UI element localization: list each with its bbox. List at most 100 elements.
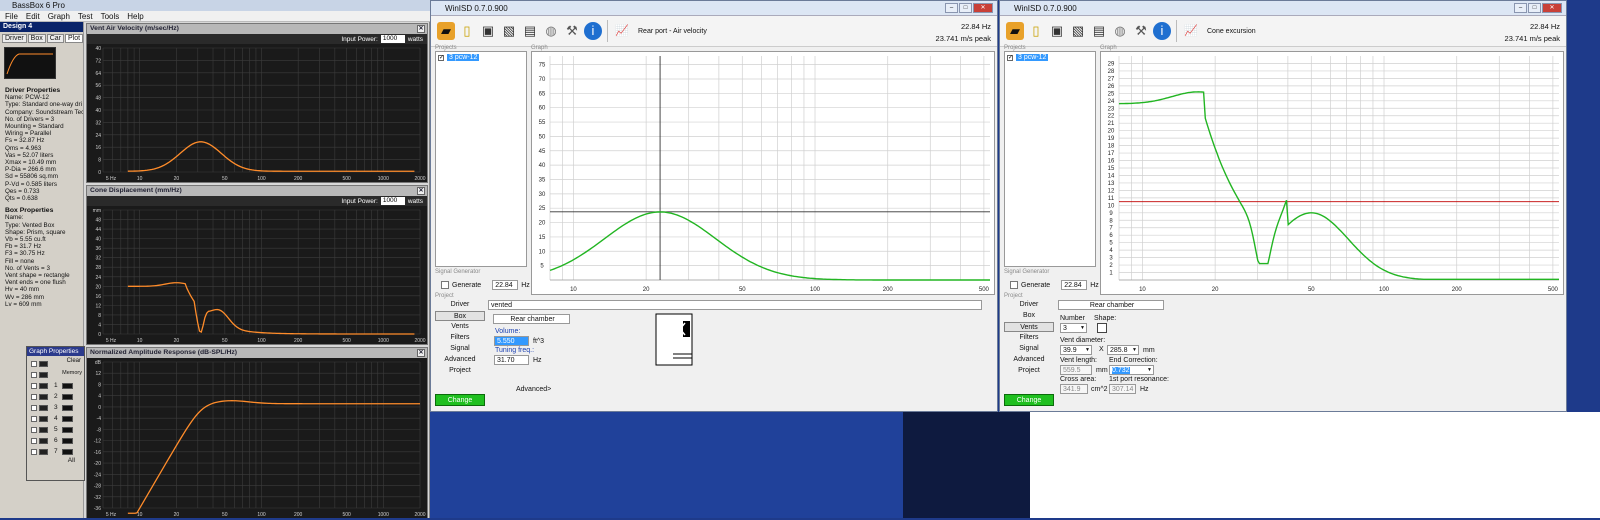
checkbox-checked-icon[interactable]: ✓ [1007, 54, 1013, 61]
tools-icon[interactable]: ⚒ [1132, 22, 1150, 40]
color-swatch[interactable] [39, 448, 48, 455]
color-swatch[interactable] [39, 360, 48, 367]
close-icon[interactable]: ✕ [973, 3, 993, 13]
number-select[interactable]: 3 ▼ [1060, 323, 1087, 333]
checkbox[interactable] [31, 437, 37, 444]
generate-checkbox[interactable] [441, 281, 449, 289]
nav-advanced[interactable]: Advanced [435, 355, 485, 365]
color-swatch[interactable] [39, 404, 48, 411]
checkbox-checked-icon[interactable]: ✓ [438, 54, 444, 61]
rear-chamber-tab[interactable]: Rear chamber [1058, 300, 1164, 310]
graph-type-icon[interactable]: 📈 [613, 22, 631, 40]
close-icon[interactable]: ✕ [417, 349, 425, 357]
menu-tools[interactable]: Tools [101, 11, 120, 21]
input-power-field[interactable]: 1000 [380, 197, 405, 205]
memory-slot-swatch[interactable] [61, 448, 73, 455]
nav-project[interactable]: Project [435, 366, 485, 376]
memory-all[interactable]: All [68, 457, 75, 464]
port-resonance-input[interactable]: 307.14 [1109, 384, 1136, 394]
maximize-icon[interactable]: □ [959, 3, 972, 13]
vent-diameter-b-select[interactable]: 285.8 ▼ [1107, 345, 1139, 355]
input-power-field[interactable]: 1000 [380, 35, 405, 43]
new-project-icon[interactable]: ▯ [458, 22, 476, 40]
driver-icon[interactable]: ◍ [542, 22, 560, 40]
info-icon[interactable]: i [1153, 22, 1171, 40]
vent-length-input[interactable]: 559.5 [1060, 365, 1092, 375]
tab-car[interactable]: Car [46, 34, 65, 43]
menu-edit[interactable]: Edit [26, 11, 40, 21]
generate-frequency-input[interactable]: 22.84 [1061, 280, 1088, 290]
nav-filters[interactable]: Filters [1004, 333, 1054, 343]
menu-file[interactable]: File [5, 11, 18, 21]
nav-vents[interactable]: Vents [1004, 322, 1054, 332]
color-swatch[interactable] [39, 426, 48, 433]
generate-checkbox[interactable] [1010, 281, 1018, 289]
folder-open-icon[interactable]: ▰ [1006, 22, 1024, 40]
memory-slot-swatch[interactable] [61, 437, 73, 444]
shape-square-icon[interactable] [1097, 323, 1107, 333]
memory-slot-swatch[interactable] [61, 404, 73, 411]
clear-button[interactable]: Clear [67, 358, 81, 364]
cross-area-input[interactable]: 341.9 [1060, 384, 1088, 394]
close-icon[interactable]: ✕ [1542, 3, 1562, 13]
graph-mode-label[interactable]: Rear port - Air velocity [638, 28, 707, 35]
memory-slot-swatch[interactable] [61, 393, 73, 400]
nav-vents[interactable]: Vents [435, 322, 485, 332]
menu-graph[interactable]: Graph [48, 11, 70, 21]
driver-icon[interactable]: ◍ [1111, 22, 1129, 40]
nav-advanced[interactable]: Advanced [1004, 355, 1054, 365]
menu-test[interactable]: Test [78, 11, 93, 21]
memory-slot-swatch[interactable] [61, 426, 73, 433]
maximize-icon[interactable]: □ [1528, 3, 1541, 13]
nav-signal[interactable]: Signal [435, 344, 485, 354]
nav-filters[interactable]: Filters [435, 333, 485, 343]
checkbox[interactable] [31, 404, 37, 411]
tab-plot[interactable]: Plot [65, 34, 84, 43]
checkbox[interactable] [31, 415, 37, 422]
menu-help[interactable]: Help [127, 11, 143, 21]
memory-slot-swatch[interactable] [61, 415, 73, 422]
graph-type-icon[interactable]: 📈 [1182, 22, 1200, 40]
close-icon[interactable]: ✕ [417, 25, 425, 33]
color-swatch[interactable] [39, 437, 48, 444]
vent-diameter-a-select[interactable]: 39.9 ▼ [1060, 345, 1092, 355]
color-swatch[interactable] [39, 415, 48, 422]
folder-open-icon[interactable]: ▰ [437, 22, 455, 40]
save-icon[interactable]: ▣ [1048, 22, 1066, 40]
change-button[interactable]: Change [435, 394, 485, 406]
rear-chamber-tab[interactable]: Rear chamber [493, 314, 570, 324]
new-project-icon[interactable]: ▯ [1027, 22, 1045, 40]
generate-frequency-input[interactable]: 22.84 [492, 280, 519, 290]
nav-box[interactable]: Box [435, 311, 485, 321]
close-icon[interactable]: ✕ [417, 187, 425, 195]
save-as-icon[interactable]: ▧ [1069, 22, 1087, 40]
tools-icon[interactable]: ⚒ [563, 22, 581, 40]
tab-driver[interactable]: Driver [2, 34, 27, 43]
memory-slot-swatch[interactable] [61, 382, 73, 389]
save-icon[interactable]: ▣ [479, 22, 497, 40]
minimize-icon[interactable]: – [945, 3, 958, 13]
graph-mode-label[interactable]: Cone excursion [1207, 28, 1256, 35]
save-as-icon[interactable]: ▧ [500, 22, 518, 40]
advanced-link[interactable]: Advanced> [516, 386, 551, 393]
color-swatch[interactable] [39, 371, 48, 378]
end-correction-select[interactable]: 0.732 ▼ [1109, 365, 1154, 375]
nav-driver[interactable]: Driver [435, 300, 485, 310]
color-swatch[interactable] [39, 382, 48, 389]
tuning-input[interactable]: 31.70 [494, 355, 529, 365]
box-type-field[interactable]: vented [488, 300, 982, 310]
project-item[interactable]: ✓ 3 pcw-12 [436, 52, 526, 63]
checkbox[interactable] [31, 382, 37, 389]
change-button[interactable]: Change [1004, 394, 1054, 406]
checkbox[interactable] [31, 426, 37, 433]
checkbox[interactable] [31, 448, 37, 455]
checkbox[interactable] [31, 360, 37, 367]
info-icon[interactable]: i [584, 22, 602, 40]
save-all-icon[interactable]: ▤ [1090, 22, 1108, 40]
volume-input[interactable]: 5.550 [494, 336, 529, 346]
nav-box[interactable]: Box [1004, 311, 1054, 321]
tab-box[interactable]: Box [27, 34, 46, 43]
nav-driver[interactable]: Driver [1004, 300, 1054, 310]
save-all-icon[interactable]: ▤ [521, 22, 539, 40]
nav-project[interactable]: Project [1004, 366, 1054, 376]
